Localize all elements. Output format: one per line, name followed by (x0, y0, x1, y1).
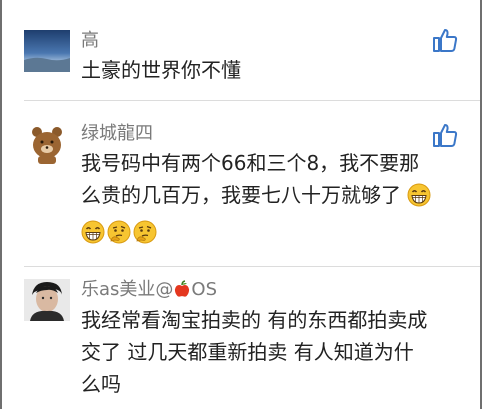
comment-text-line: 交了 过几天都重新拍卖 有人知道为什 (81, 340, 414, 364)
thumbs-up-icon[interactable] (432, 27, 458, 53)
comment-text-line: 我经常看淘宝拍卖的 有的东西都拍卖成 (81, 308, 428, 332)
thumbs-up-icon[interactable] (432, 122, 458, 148)
apple-icon (173, 280, 191, 304)
author-name[interactable]: 乐as美业@ OS (81, 279, 217, 304)
comment-item: 高 土豪的世界你不懂 (2, 0, 480, 100)
comment-text-line: 么吗 (81, 372, 121, 396)
author-name[interactable]: 高 (81, 30, 99, 52)
emoji-row (81, 216, 461, 253)
author-name-prefix: 乐as美业@ (81, 279, 174, 300)
comment-text: 我经常看淘宝拍卖的 有的东西都拍卖成 交了 过几天都重新拍卖 有人知道为什 么吗 (81, 304, 461, 400)
thinking-emoji-icon (133, 220, 157, 253)
comment-text-line: 么贵的几百万，我要七八十万就够了 (81, 179, 461, 216)
comment-item: 绿城龍四 我号码中有两个66和三个8，我不要那 么贵的几百万，我要七八十万就够了 (2, 101, 480, 271)
comment-text: 土豪的世界你不懂 (81, 58, 241, 82)
comment-text-line: 么贵的几百万，我要七八十万就够了 (81, 183, 401, 207)
comment-text-line: 我号码中有两个66和三个8，我不要那 (81, 151, 420, 175)
thinking-emoji-icon (107, 220, 131, 253)
avatar[interactable] (24, 30, 70, 72)
grinning-emoji-icon (407, 183, 431, 216)
comment-item: 乐as美业@ OS 我经常看淘宝拍卖的 有的东西都拍卖成 交了 过几天都重新拍卖… (2, 267, 480, 409)
grinning-emoji-icon (81, 220, 105, 253)
avatar[interactable] (24, 123, 70, 165)
comment-text: 我号码中有两个66和三个8，我不要那 么贵的几百万，我要七八十万就够了 (81, 147, 461, 253)
author-name[interactable]: 绿城龍四 (81, 123, 153, 145)
author-name-suffix: OS (191, 279, 218, 300)
avatar[interactable] (24, 279, 70, 321)
comment-list: 高 土豪的世界你不懂 绿城龍四 我号码中有两个66和三个8，我不要那 么贵的几百… (0, 0, 482, 409)
